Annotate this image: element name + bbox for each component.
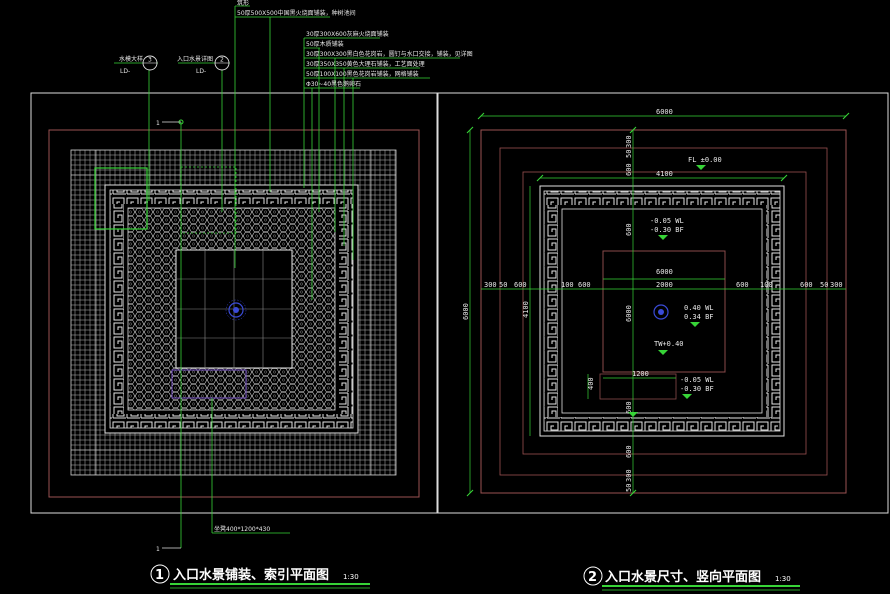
plan1-annotation: 50厚木质铺装 (306, 40, 344, 48)
svg-text:LD-: LD- (120, 68, 130, 75)
dim-overall-width: 6000 (656, 108, 673, 116)
plan2-title-block: 2 入口水景尺寸、竖向平面图 1:30 (583, 566, 800, 591)
dim-vert: 50 (625, 150, 633, 158)
dimension-plan-2: 6000 4100 6000 300 50 600 100 600 2000 6… (437, 92, 889, 591)
dim-vert: 300 (625, 135, 633, 148)
plan1-title: 入口水景铺装、索引平面图 (173, 567, 329, 583)
level-center-bf: 0.34 BF (684, 313, 714, 321)
svg-text:水模大样: 水模大样 (119, 55, 143, 63)
dim-row: 600 (578, 281, 591, 289)
level-fl: FL ±0.00 (688, 156, 722, 164)
svg-text:2: 2 (220, 57, 224, 64)
dim-row: 600 (736, 281, 749, 289)
svg-text:入口水景详图: 入口水景详图 (177, 55, 213, 63)
section-mark-bottom: 1 (156, 546, 160, 553)
level-tw: TW+0.40 (654, 340, 684, 348)
dim-vert: 300 (625, 469, 633, 482)
dim-row: 2000 (656, 281, 673, 289)
plan1-annotation: 50厚500X500中国黑火烧面铺装，种树池间 (237, 9, 356, 17)
dim-row: 600 (800, 281, 813, 289)
plan2-title: 入口水景尺寸、竖向平面图 (605, 569, 761, 585)
dim-row: 600 (514, 281, 527, 289)
plan1-annotation: 30厚300X300黑白色花岗岩，圆钉与水口交接，铺装，见详图 (306, 50, 473, 58)
dim-left-overall: 6000 (462, 303, 470, 320)
dim-pond-width: 6000 (656, 268, 673, 276)
svg-text:2: 2 (588, 570, 597, 585)
dim-vert: 600 (625, 445, 633, 458)
plan1-annotation: 筑形 (237, 0, 249, 7)
plan2-scale: 1:30 (775, 575, 791, 583)
level-center-wl: 0.40 WL (684, 304, 714, 312)
paving-plan-1: 筑形 50厚500X500中国黑火烧面铺装，种树池间 30厚300X600灰麻火… (30, 0, 473, 589)
level-lower-wl: -0.05 WL (680, 376, 714, 384)
plan1-scale: 1:30 (343, 573, 359, 581)
dim-left-band: 4100 (522, 301, 530, 318)
dim-vert: 6000 (625, 305, 633, 322)
dim-vert: 50 (625, 484, 633, 492)
svg-text:1: 1 (155, 568, 164, 583)
plan1-annotation: 50厚100X100黑色花岗岩铺装，网格铺装 (306, 70, 419, 78)
level-upper-bf: -0.30 BF (650, 226, 684, 234)
level-upper-wl: -0.05 WL (650, 217, 684, 225)
dim-vert: 600 (625, 163, 633, 176)
dim-band-width: 4100 (656, 170, 673, 178)
plan1-annotation: 30厚350X350黄色大理石铺装，工艺面处理 (306, 60, 425, 68)
dim-row: 100 (760, 281, 773, 289)
dim-row: 300 (830, 281, 843, 289)
dim-small-width: 1200 (632, 370, 649, 378)
dim-small-height: 400 (587, 377, 595, 390)
level-lower-bf: -0.30 BF (680, 385, 714, 393)
bench-note: 坐凳400*1200*430 (214, 525, 270, 533)
cad-drawing-canvas: 筑形 50厚500X500中国黑火烧面铺装，种树池间 30厚300X600灰麻火… (30, 0, 889, 591)
svg-text:LD-: LD- (196, 68, 206, 75)
section-mark-top: 1 (156, 120, 160, 127)
plan1-annotation: 30厚300X600灰麻火烧面铺装 (306, 30, 389, 38)
plan1-title-block: 1 入口水景铺装、索引平面图 1:30 (150, 564, 370, 589)
svg-text:3: 3 (148, 57, 152, 64)
dim-row: 100 (561, 281, 574, 289)
dim-vert: 600 (625, 223, 633, 236)
dim-row: 50 (820, 281, 828, 289)
plan1-annotation: Φ30~40黑色鹅卵石 (306, 80, 361, 88)
index-callout-a: 水模大样 3 LD- (114, 55, 158, 75)
dim-row: 300 (484, 281, 497, 289)
dim-row: 50 (499, 281, 507, 289)
